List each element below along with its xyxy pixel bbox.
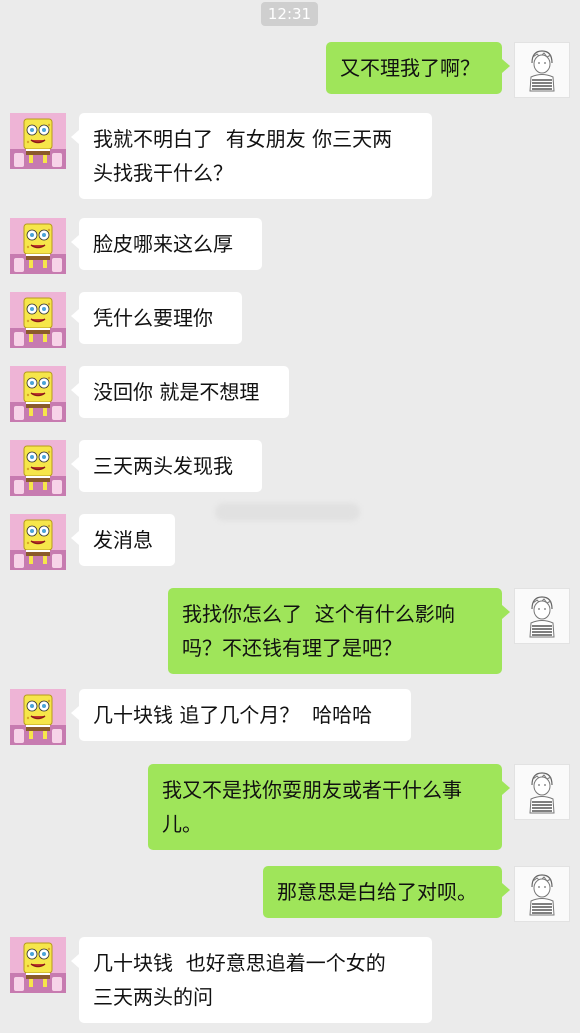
spongebob-icon[interactable] [10, 218, 66, 274]
blurred-system-notice [215, 503, 360, 521]
spongebob-icon[interactable] [10, 440, 66, 496]
spongebob-icon[interactable] [10, 292, 66, 348]
spongebob-icon[interactable] [10, 113, 66, 169]
message-bubble[interactable]: 又不理我了啊？ [326, 42, 510, 94]
message-bubble[interactable]: 那意思是白给了对呗。 [263, 866, 510, 918]
message-bubble[interactable]: 我就不明白了 有女朋友 你三天两 头找我干什么？ [71, 113, 432, 199]
spongebob-icon[interactable] [10, 689, 66, 745]
message-bubble[interactable]: 凭什么要理你 [71, 292, 242, 344]
message-bubble[interactable]: 我找你怎么了 这个有什么影响 吗？不还钱有理了是吧？ [168, 588, 510, 674]
boy-sketch-icon[interactable] [514, 764, 570, 820]
message-bubble[interactable]: 我又不是找你耍朋友或者干什么事 儿。 [148, 764, 510, 850]
message-bubble[interactable]: 发消息 [71, 514, 175, 566]
message-bubble[interactable]: 没回你 就是不想理 [71, 366, 289, 418]
message-bubble[interactable]: 脸皮哪来这么厚 [71, 218, 262, 270]
boy-sketch-icon[interactable] [514, 588, 570, 644]
spongebob-icon[interactable] [10, 366, 66, 422]
spongebob-icon[interactable] [10, 937, 66, 993]
message-bubble[interactable]: 几十块钱 追了几个月？ 哈哈哈 [71, 689, 411, 741]
boy-sketch-icon[interactable] [514, 42, 570, 98]
message-bubble[interactable]: 几十块钱 也好意思追着一个女的 三天两头的问 [71, 937, 432, 1023]
timestamp-badge: 12:31 [261, 2, 318, 26]
boy-sketch-icon[interactable] [514, 866, 570, 922]
message-bubble[interactable]: 三天两头发现我 [71, 440, 262, 492]
spongebob-icon[interactable] [10, 514, 66, 570]
